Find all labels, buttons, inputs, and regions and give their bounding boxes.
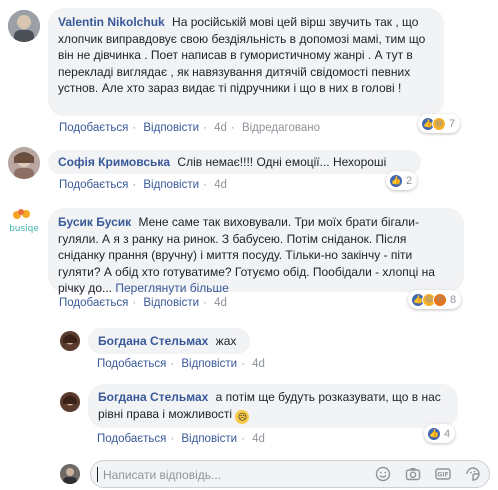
like-icon: 👍 xyxy=(389,173,403,188)
reply-placeholder: Написати відповідь... xyxy=(103,468,221,482)
avatar[interactable] xyxy=(8,10,40,42)
like-icon: 👍 xyxy=(427,426,441,441)
avatar[interactable] xyxy=(60,392,80,412)
like-link[interactable]: Подобається xyxy=(97,433,166,445)
timestamp[interactable]: 4d xyxy=(252,433,265,445)
angry-icon: 😠 xyxy=(433,292,447,307)
like-link[interactable]: Подобається xyxy=(59,122,128,134)
avatar[interactable] xyxy=(60,331,80,351)
reaction-summary[interactable]: 👍 4 xyxy=(424,424,456,443)
camera-icon[interactable] xyxy=(405,466,421,482)
comment-author[interactable]: Бусик Бусик xyxy=(58,215,131,229)
reaction-summary[interactable]: 👍 😆 😠 8 xyxy=(408,290,462,309)
see-more-link[interactable]: Переглянути більше xyxy=(115,281,229,295)
reaction-count: 8 xyxy=(450,293,457,306)
reply-link[interactable]: Відповісти xyxy=(143,297,199,309)
text-cursor xyxy=(97,467,98,482)
reply-link[interactable]: Відповісти xyxy=(143,122,199,134)
composer-icons: GIF xyxy=(375,466,481,482)
comment-actions: Подобається · Відповісти · 4d · Відредагова… xyxy=(59,122,320,134)
comment-bubble: Valentin Nikolchuk На російській мові це… xyxy=(48,8,444,116)
svg-text:GIF: GIF xyxy=(437,472,448,479)
comment-bubble: Бусик Бусик Мене саме так виховували. Тр… xyxy=(48,208,464,295)
comment-actions: Подобається · Відповісти · 4d xyxy=(59,297,227,309)
composer-avatar xyxy=(60,464,80,484)
timestamp[interactable]: 4d xyxy=(214,122,227,134)
haha-icon: 😆 xyxy=(432,116,446,131)
sticker-icon[interactable] xyxy=(465,466,481,482)
reply-bubble: Богдана Стельмах жах xyxy=(88,328,250,354)
edited-label[interactable]: Відредаговано xyxy=(242,122,320,134)
reply-link[interactable]: Відповісти xyxy=(143,179,199,191)
timestamp[interactable]: 4d xyxy=(214,179,227,191)
avatar[interactable]: busiqe xyxy=(8,207,40,239)
gif-icon[interactable]: GIF xyxy=(435,466,451,482)
reply-actions: Подобається · Відповісти · 4d xyxy=(97,433,265,445)
comment-text: Слів немає!!!! Одні емоції... Нехороші xyxy=(177,155,387,169)
reply-author[interactable]: Богдана Стельмах xyxy=(98,334,208,348)
timestamp[interactable]: 4d xyxy=(252,358,265,370)
comment-author[interactable]: Софія Кримовська xyxy=(58,155,170,169)
emoji-icon[interactable] xyxy=(375,466,391,482)
reaction-count: 2 xyxy=(406,174,413,187)
confounded-emoji-icon: ☹ xyxy=(235,409,250,424)
reaction-count: 4 xyxy=(444,427,451,440)
like-link[interactable]: Подобається xyxy=(59,179,128,191)
reply-actions: Подобається · Відповісти · 4d xyxy=(97,358,265,370)
reply-author[interactable]: Богдана Стельмах xyxy=(98,390,208,404)
avatar[interactable] xyxy=(8,147,40,179)
reaction-summary[interactable]: 👍 2 xyxy=(386,171,418,190)
reply-bubble: Богдана Стельмах а потім ще будуть розка… xyxy=(88,384,458,428)
reaction-summary[interactable]: 👍 😆 7 xyxy=(418,114,461,133)
reply-text: жах xyxy=(215,334,237,348)
comment-author[interactable]: Valentin Nikolchuk xyxy=(58,15,165,29)
comment-actions: Подобається · Відповісти · 4d xyxy=(59,179,227,191)
like-link[interactable]: Подобається xyxy=(97,358,166,370)
reply-link[interactable]: Відповісти xyxy=(181,433,237,445)
timestamp[interactable]: 4d xyxy=(214,297,227,309)
reaction-count: 7 xyxy=(449,117,456,130)
like-link[interactable]: Подобається xyxy=(59,297,128,309)
reply-input[interactable]: Написати відповідь... GIF xyxy=(90,460,490,488)
avatar-logo-text: busiqe xyxy=(9,224,39,234)
reply-link[interactable]: Відповісти xyxy=(181,358,237,370)
comment-bubble: Софія Кримовська Слів немає!!!! Одні емо… xyxy=(48,150,421,174)
